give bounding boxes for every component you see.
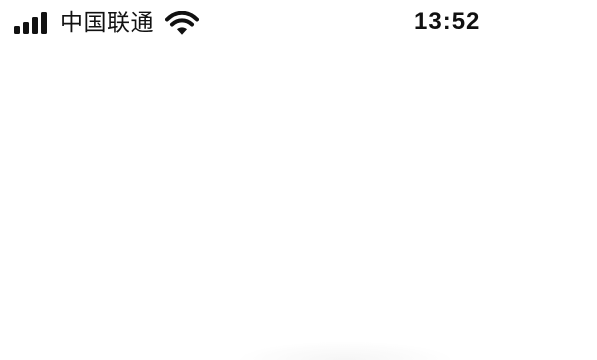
phone-screen: 中国联通 13:52 — [0, 0, 597, 360]
bottom-glow — [240, 342, 450, 360]
wifi-icon — [165, 10, 199, 35]
blank-content-area — [0, 46, 597, 360]
status-time: 13:52 — [414, 8, 481, 35]
status-bar: 中国联通 13:52 — [0, 0, 597, 46]
status-left-group: 中国联通 — [14, 7, 199, 39]
carrier-name: 中国联通 — [60, 10, 154, 36]
cellular-signal-icon — [14, 12, 47, 34]
